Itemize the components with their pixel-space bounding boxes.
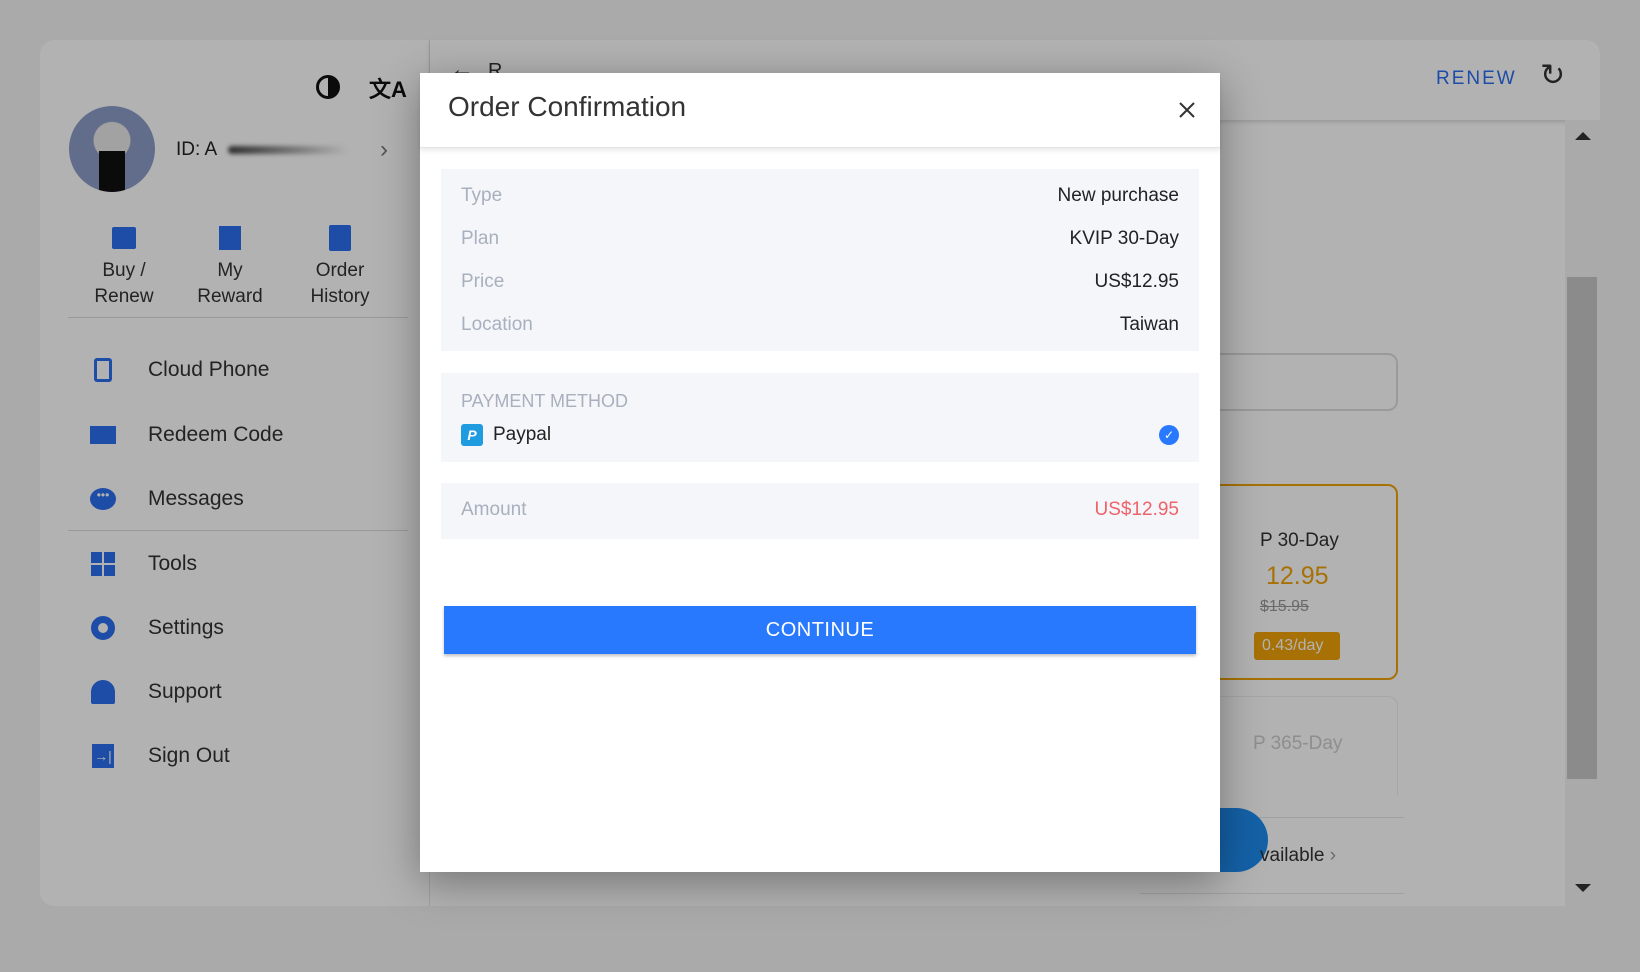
payment-method-section: PAYMENT METHOD P Paypal ✓: [441, 373, 1199, 462]
paypal-icon: P: [461, 424, 483, 446]
order-confirmation-modal: Order Confirmation Type New purchase Plan…: [420, 73, 1220, 872]
continue-button[interactable]: CONTINUE: [444, 606, 1196, 654]
detail-value: US$12.95: [1094, 271, 1179, 292]
detail-value: New purchase: [1057, 185, 1179, 206]
amount-section: Amount US$12.95: [441, 483, 1199, 539]
payment-method-label: PAYMENT METHOD: [461, 391, 629, 411]
payment-option-paypal[interactable]: P Paypal ✓: [461, 423, 1179, 447]
amount-label: Amount: [461, 499, 527, 520]
order-details: Type New purchase Plan KVIP 30-Day Price US…: [441, 169, 1199, 351]
detail-value: KVIP 30-Day: [1069, 228, 1179, 249]
detail-row-location: Location Taiwan: [461, 314, 1179, 336]
detail-label: Plan: [461, 228, 500, 249]
amount-value: US$12.95: [1094, 499, 1179, 520]
amount-row: Amount US$12.95: [461, 499, 1179, 521]
modal-title: Order Confirmation: [448, 91, 687, 122]
detail-label: Price: [461, 271, 505, 292]
detail-row-type: Type New purchase: [461, 185, 1179, 207]
modal-header: Order Confirmation: [420, 73, 1220, 148]
selected-check-icon: ✓: [1159, 425, 1179, 445]
detail-label: Location: [461, 314, 533, 335]
detail-row-price: Price US$12.95: [461, 271, 1179, 293]
detail-value: Taiwan: [1119, 314, 1179, 335]
close-button[interactable]: [1172, 95, 1202, 125]
payment-method-name: Paypal: [493, 424, 552, 445]
close-icon: [1179, 102, 1195, 118]
detail-label: Type: [461, 185, 503, 206]
detail-row-plan: Plan KVIP 30-Day: [461, 228, 1179, 250]
